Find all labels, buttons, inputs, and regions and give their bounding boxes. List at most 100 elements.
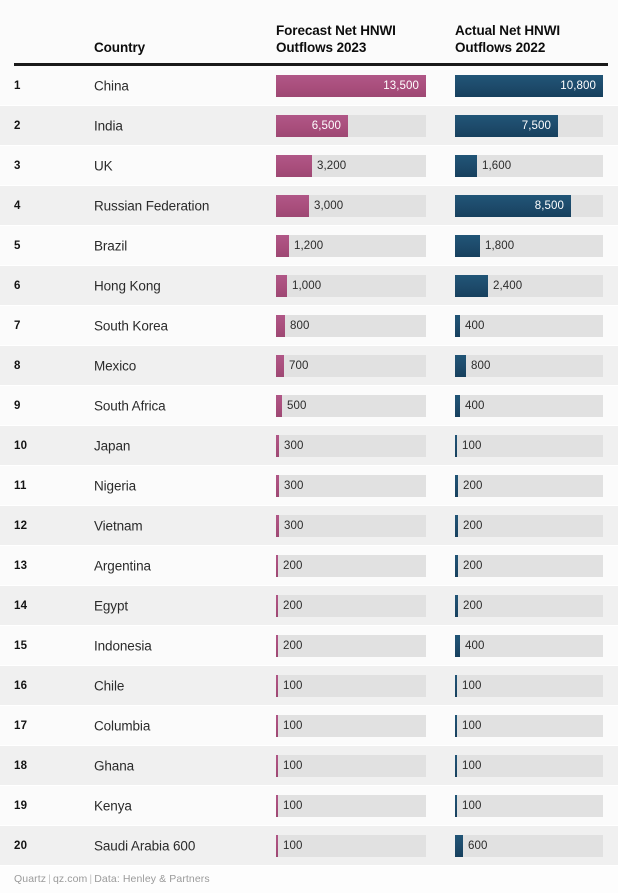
row-country-name: Russian Federation xyxy=(94,198,210,214)
bar-value-label-actual: 400 xyxy=(465,400,485,412)
table-header: Country Forecast Net HNWI Outflows 2023 … xyxy=(0,0,618,66)
bar-value-label-forecast: 3,200 xyxy=(317,160,347,172)
bar-value-label-actual: 100 xyxy=(462,680,482,692)
bar-track-forecast: 100 xyxy=(276,675,426,697)
bar-value-label-forecast: 300 xyxy=(284,520,304,532)
row-country-name: China xyxy=(94,78,129,94)
bar-actual xyxy=(455,155,477,177)
bar-forecast xyxy=(276,475,279,497)
bar-actual: 7,500 xyxy=(455,115,558,137)
bar-track-forecast: 6,500 xyxy=(276,115,426,137)
bar-value-label-actual: 200 xyxy=(463,560,483,572)
table-row: 1 China 13,500 10,800 xyxy=(0,66,618,106)
row-rank: 10 xyxy=(14,440,28,452)
bar-value-label-forecast: 300 xyxy=(284,440,304,452)
bar-value-label-actual: 1,600 xyxy=(482,160,512,172)
row-country-name: Egypt xyxy=(94,598,129,614)
bar-value-label-actual: 8,500 xyxy=(534,200,564,212)
row-country-name: UK xyxy=(94,158,113,174)
hnwi-outflows-table: Country Forecast Net HNWI Outflows 2023 … xyxy=(0,0,618,893)
bar-value-label-forecast: 800 xyxy=(290,320,310,332)
row-rank: 9 xyxy=(14,400,21,412)
bar-track-forecast: 500 xyxy=(276,395,426,417)
bar-forecast xyxy=(276,155,312,177)
bar-forecast xyxy=(276,395,282,417)
bar-value-label-actual: 400 xyxy=(465,640,485,652)
bar-value-label-forecast: 100 xyxy=(283,840,303,852)
bar-forecast xyxy=(276,755,278,777)
bar-value-label-actual: 10,800 xyxy=(560,80,596,92)
row-country-name: Vietnam xyxy=(94,518,143,534)
row-country-name: Chile xyxy=(94,678,125,694)
bar-track-forecast: 100 xyxy=(276,715,426,737)
footer-data-credit: Data: Henley & Partners xyxy=(94,873,210,885)
table-row: 17 Columbia 100 100 xyxy=(0,706,618,746)
bar-track-forecast: 100 xyxy=(276,795,426,817)
bar-track-forecast: 300 xyxy=(276,515,426,537)
bar-forecast xyxy=(276,315,285,337)
bar-track-actual: 600 xyxy=(455,835,603,857)
row-country-name: Kenya xyxy=(94,798,132,814)
row-rank: 20 xyxy=(14,840,28,852)
bar-track-actual: 8,500 xyxy=(455,195,603,217)
bar-actual xyxy=(455,555,458,577)
bar-actual xyxy=(455,835,463,857)
table-row: 7 South Korea 800 400 xyxy=(0,306,618,346)
footer-site[interactable]: qz.com xyxy=(53,873,87,885)
row-rank: 15 xyxy=(14,640,28,652)
bar-actual xyxy=(455,755,457,777)
bar-track-actual: 200 xyxy=(455,555,603,577)
bar-value-label-forecast: 100 xyxy=(283,720,303,732)
bar-actual xyxy=(455,675,457,697)
table-row: 6 Hong Kong 1,000 2,400 xyxy=(0,266,618,306)
column-header-country: Country xyxy=(94,40,146,55)
table-row: 18 Ghana 100 100 xyxy=(0,746,618,786)
row-country-name: South Korea xyxy=(94,318,168,334)
bar-value-label-forecast: 200 xyxy=(283,560,303,572)
bar-forecast xyxy=(276,435,279,457)
bar-track-forecast: 100 xyxy=(276,835,426,857)
table-row: 5 Brazil 1,200 1,800 xyxy=(0,226,618,266)
bar-forecast xyxy=(276,235,289,257)
bar-forecast xyxy=(276,515,279,537)
row-rank: 1 xyxy=(14,80,21,92)
row-country-name: India xyxy=(94,118,123,134)
row-country-name: Japan xyxy=(94,438,131,454)
bar-track-actual: 1,800 xyxy=(455,235,603,257)
bar-track-actual: 800 xyxy=(455,355,603,377)
row-country-name: Nigeria xyxy=(94,478,137,494)
bar-track-actual: 200 xyxy=(455,515,603,537)
bar-track-actual: 10,800 xyxy=(455,75,603,97)
bar-value-label-forecast: 13,500 xyxy=(383,80,419,92)
bar-actual xyxy=(455,395,460,417)
bar-value-label-actual: 100 xyxy=(462,760,482,772)
table-row: 9 South Africa 500 400 xyxy=(0,386,618,426)
row-country-name: Hong Kong xyxy=(94,278,161,294)
bar-track-actual: 100 xyxy=(455,755,603,777)
bar-actual xyxy=(455,595,458,617)
bar-actual xyxy=(455,715,457,737)
bar-actual xyxy=(455,515,458,537)
row-rank: 13 xyxy=(14,560,28,572)
row-rank: 2 xyxy=(14,120,21,132)
row-rank: 16 xyxy=(14,680,28,692)
bar-forecast xyxy=(276,555,278,577)
table-row: 15 Indonesia 200 400 xyxy=(0,626,618,666)
row-country-name: Mexico xyxy=(94,358,137,374)
bar-track-actual: 7,500 xyxy=(455,115,603,137)
bar-forecast xyxy=(276,275,287,297)
bar-value-label-actual: 7,500 xyxy=(521,120,551,132)
column-header-actual: Actual Net HNWI Outflows 2022 xyxy=(455,23,561,55)
bar-value-label-actual: 1,800 xyxy=(485,240,515,252)
table-body: 1 China 13,500 10,800 2 India 6,500 7,500 3 UK 3,2… xyxy=(0,66,618,866)
bar-forecast xyxy=(276,595,278,617)
bar-value-label-forecast: 1,200 xyxy=(294,240,324,252)
bar-track-forecast: 3,200 xyxy=(276,155,426,177)
table-row: 2 India 6,500 7,500 xyxy=(0,106,618,146)
bar-track-forecast: 200 xyxy=(276,555,426,577)
bar-value-label-actual: 800 xyxy=(471,360,491,372)
row-rank: 5 xyxy=(14,240,21,252)
table-row: 4 Russian Federation 3,000 8,500 xyxy=(0,186,618,226)
row-country-name: South Africa xyxy=(94,398,166,414)
bar-forecast: 13,500 xyxy=(276,75,426,97)
